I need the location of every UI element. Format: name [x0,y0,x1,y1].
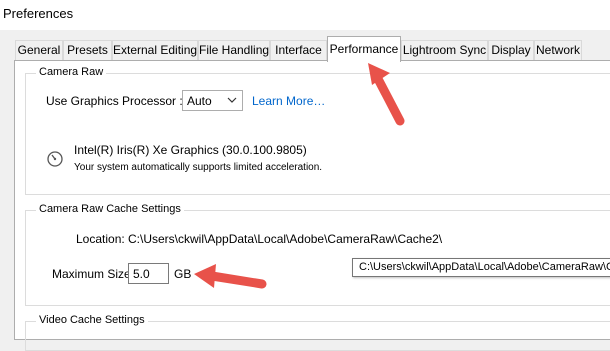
tab-external-editing[interactable]: External Editing [112,40,198,61]
tab-strip: General Presets External Editing File Ha… [0,30,610,62]
window-title: Preferences [3,6,74,21]
cache-title: Camera Raw Cache Settings [36,203,184,215]
gpu-label: Use Graphics Processor : [46,94,183,108]
tab-lightroom-sync[interactable]: Lightroom Sync [401,40,488,61]
max-size-unit: GB [174,267,192,281]
location-value: C:\Users\ckwil\AppData\Local\Adobe\Camer… [128,232,443,246]
location-tooltip: C:\Users\ckwil\AppData\Local\Adobe\Camer… [352,258,610,277]
tab-file-handling[interactable]: File Handling [198,40,270,61]
gpu-select-value: Auto [187,94,212,108]
chevron-down-icon [227,97,237,103]
gpu-status: Your system automatically supports limit… [74,162,323,173]
video-cache-title: Video Cache Settings [36,314,148,326]
location-label: Location: [76,232,125,246]
gauge-icon [47,151,63,167]
title-bar: Preferences [0,0,610,30]
tab-display[interactable]: Display [488,40,534,61]
tab-performance[interactable]: Performance [327,36,401,62]
gpu-name: Intel(R) Iris(R) Xe Graphics (30.0.100.9… [74,143,307,157]
learn-more-link[interactable]: Learn More… [252,94,325,108]
max-size-label: Maximum Size: [52,267,135,281]
tab-interface[interactable]: Interface [270,40,327,61]
tab-network[interactable]: Network [534,40,582,61]
gpu-select[interactable]: Auto [182,90,243,111]
tab-presets[interactable]: Presets [63,40,112,61]
tab-general[interactable]: General [15,40,63,61]
camera-raw-group: Camera Raw Use Graphics Processor : Auto… [25,66,610,195]
camera-raw-title: Camera Raw [36,66,107,78]
max-size-input[interactable] [128,263,169,284]
performance-panel: Camera Raw Use Graphics Processor : Auto… [14,60,610,351]
video-cache-group: Video Cache Settings [25,314,610,351]
